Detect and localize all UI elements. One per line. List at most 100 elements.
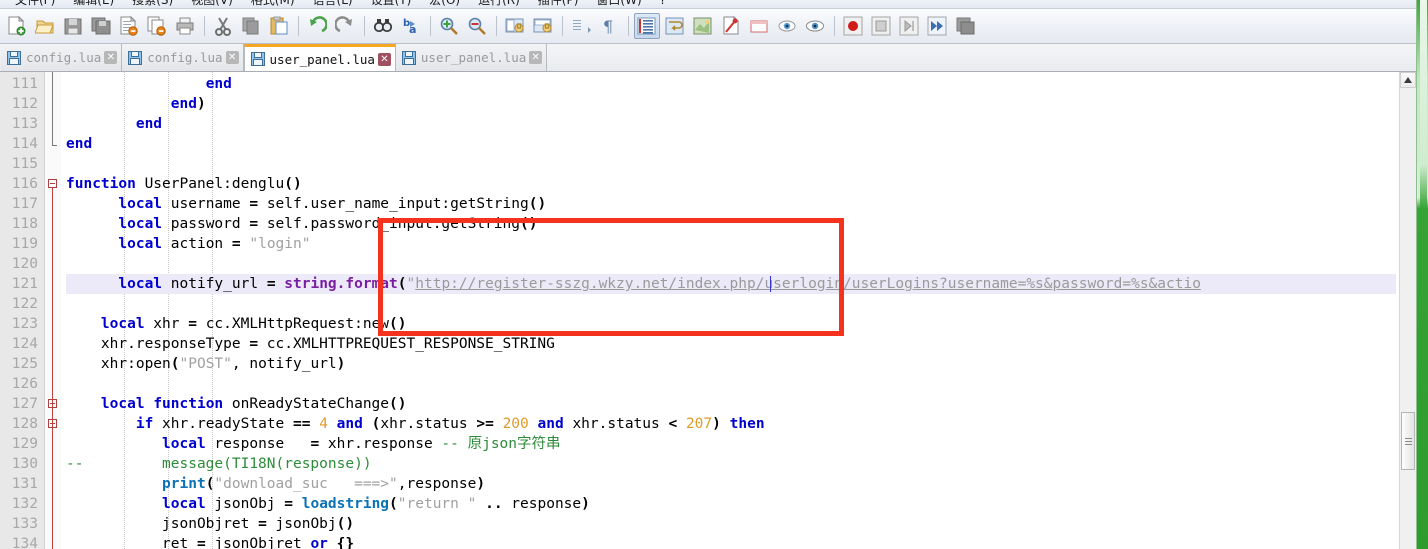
code-line-129[interactable]: local response = xhr.response -- 原json字符…	[66, 434, 1396, 454]
code-line-131[interactable]: print("download_suc ===>",response)	[66, 474, 1396, 494]
new-file-icon[interactable]	[4, 13, 30, 39]
cut-icon[interactable]	[210, 13, 236, 39]
show-pilcrow-icon[interactable]: ¶	[596, 13, 622, 39]
token-kw: local	[118, 236, 162, 252]
fold-toggle-line-116[interactable]	[48, 179, 57, 188]
code-line-133[interactable]: jsonObjret = jsonObj()	[66, 514, 1396, 534]
code-line-134[interactable]: ret = jsonObjret or {}	[66, 534, 1396, 549]
token-op: =	[267, 276, 276, 292]
line-number: 125	[0, 354, 38, 374]
show-whitespace-icon[interactable]	[568, 13, 594, 39]
token-plain: self.password_input:getString	[258, 216, 520, 232]
line-number: 123	[0, 314, 38, 334]
code-line-122[interactable]	[66, 294, 1396, 314]
token-plain	[66, 436, 162, 452]
menu-item-7[interactable]: 宏(O)	[420, 0, 469, 9]
code-line-127[interactable]: local function onReadyStateChange()	[66, 394, 1396, 414]
code-editor[interactable]: 1111121131141151161171181191201211221231…	[0, 72, 1428, 549]
vertical-scrollbar[interactable]	[1399, 72, 1416, 549]
function-list-icon[interactable]	[746, 13, 772, 39]
scrollbar-thumb[interactable]	[1401, 412, 1415, 470]
token-op: (	[171, 356, 180, 372]
code-line-121[interactable]: local notify_url = string.format("http:/…	[66, 274, 1396, 294]
monitoring-icon[interactable]	[802, 13, 828, 39]
code-line-126[interactable]	[66, 374, 1396, 394]
code-line-118[interactable]: local password = self.password_input:get…	[66, 214, 1396, 234]
code-line-124[interactable]: xhr.responseType = cc.XMLHTTPREQUEST_RES…	[66, 334, 1396, 354]
close-all-icon[interactable]	[144, 13, 170, 39]
token-plain: , notify_url	[232, 356, 337, 372]
menu-item-3[interactable]: 视图(V)	[182, 0, 242, 9]
tab-close-icon[interactable]: ✕	[104, 51, 117, 64]
tab-close-icon[interactable]: ✕	[226, 51, 239, 64]
tab-0[interactable]: config.lua✕	[1, 44, 122, 71]
zoom-out-icon[interactable]	[464, 13, 490, 39]
macro-stop-icon[interactable]	[868, 13, 894, 39]
menu-item-0[interactable]: 文件(F)	[6, 0, 64, 9]
replace-icon[interactable]: ba	[398, 13, 424, 39]
menu-item-5[interactable]: 语言(L)	[304, 0, 362, 9]
menu-item-11[interactable]: ?	[651, 0, 675, 9]
separator-7	[628, 16, 629, 36]
macro-record-icon[interactable]	[840, 13, 866, 39]
show-indent-guide-icon[interactable]	[634, 13, 660, 39]
line-number: 113	[0, 114, 38, 134]
code-line-128[interactable]: if xhr.readyState == 4 and (xhr.status >…	[66, 414, 1396, 434]
tab-2-active[interactable]: user_panel.lua✕	[244, 44, 396, 71]
code-line-130[interactable]: message(TI18N(response))	[66, 454, 1396, 474]
code-line-123[interactable]: local xhr = cc.XMLHttpRequest:new()	[66, 314, 1396, 334]
open-file-icon[interactable]	[32, 13, 58, 39]
macro-run-multi-icon[interactable]	[924, 13, 950, 39]
fold-margin[interactable]	[45, 72, 61, 549]
tab-close-icon[interactable]: ✕	[378, 53, 391, 66]
tab-close-icon[interactable]: ✕	[529, 51, 542, 64]
token-kw: end	[206, 76, 232, 92]
wrap-text-icon[interactable]	[662, 13, 688, 39]
code-line-125[interactable]: xhr:open("POST", notify_url)	[66, 354, 1396, 374]
paste-icon[interactable]	[266, 13, 292, 39]
tab-1[interactable]: config.lua✕	[122, 44, 243, 71]
macro-play-icon[interactable]	[896, 13, 922, 39]
token-plain	[66, 116, 136, 132]
token-kw: local	[101, 316, 145, 332]
code-line-119[interactable]: local action = "login"	[66, 234, 1396, 254]
save-all-icon[interactable]	[88, 13, 114, 39]
menu-item-10[interactable]: 窗口(W)	[587, 0, 650, 9]
scroll-up-arrow-icon[interactable]	[1400, 72, 1416, 88]
folder-workspace-icon[interactable]	[774, 13, 800, 39]
macro-save-icon[interactable]	[952, 13, 978, 39]
code-line-132[interactable]: local jsonObj = loadstring("return " .. …	[66, 494, 1396, 514]
code-line-112[interactable]: end)	[66, 94, 1396, 114]
print-icon[interactable]	[172, 13, 198, 39]
sync-scroll-v-icon[interactable]	[502, 13, 528, 39]
find-icon[interactable]	[370, 13, 396, 39]
menu-item-8[interactable]: 运行(R)	[469, 0, 529, 9]
redo-icon[interactable]	[332, 13, 358, 39]
sync-scroll-h-icon[interactable]	[530, 13, 556, 39]
menu-item-4[interactable]: 格式(M)	[242, 0, 304, 9]
code-line-120[interactable]	[66, 254, 1396, 274]
menu-item-9[interactable]: 插件(P)	[529, 0, 588, 9]
close-file-icon[interactable]	[116, 13, 142, 39]
tab-3[interactable]: user_panel.lua✕	[396, 44, 547, 71]
fold-bracket-line	[52, 72, 57, 146]
save-icon[interactable]	[60, 13, 86, 39]
code-line-114[interactable]: end	[66, 134, 1396, 154]
doc-map-icon[interactable]	[718, 13, 744, 39]
code-line-113[interactable]: end	[66, 114, 1396, 134]
line-number: 122	[0, 294, 38, 314]
user-defined-lang-icon[interactable]	[690, 13, 716, 39]
zoom-in-icon[interactable]	[436, 13, 462, 39]
code-line-116[interactable]: function UserPanel:denglu()	[66, 174, 1396, 194]
undo-icon[interactable]	[304, 13, 330, 39]
code-text-area[interactable]: end end) endendfunction UserPanel:denglu…	[66, 72, 1396, 549]
token-op: ()	[284, 176, 301, 192]
menu-item-1[interactable]: 编辑(E)	[64, 0, 123, 9]
token-plain	[145, 396, 154, 412]
code-line-115[interactable]	[66, 154, 1396, 174]
menu-item-6[interactable]: 设置(T)	[362, 0, 421, 9]
code-line-117[interactable]: local username = self.user_name_input:ge…	[66, 194, 1396, 214]
menu-item-2[interactable]: 搜索(S)	[123, 0, 182, 9]
code-line-111[interactable]: end	[66, 74, 1396, 94]
copy-icon[interactable]	[238, 13, 264, 39]
